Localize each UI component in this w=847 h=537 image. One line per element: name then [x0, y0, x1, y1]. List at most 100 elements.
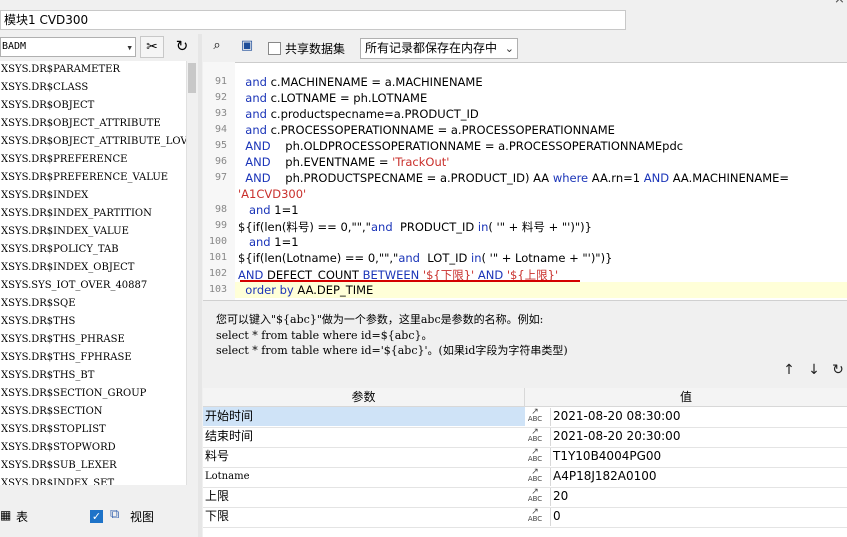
list-item[interactable]: XSYS.DR$SECTION: [0, 403, 186, 421]
code-line[interactable]: and 1=1: [238, 235, 299, 249]
param-row[interactable]: 结束时间 ↗ ABC 2021-08-20 20:30:00: [203, 427, 847, 448]
list-item[interactable]: XSYS.DR$INDEX_OBJECT: [0, 259, 186, 277]
code-token: ph.EVENTNAME =: [285, 155, 393, 169]
list-item[interactable]: XSYS.DR$OBJECT_ATTRIBUTE: [0, 115, 186, 133]
share-dataset-checkbox[interactable]: [268, 42, 281, 55]
param-name: Lotname: [205, 471, 250, 482]
type-icon[interactable]: ↗ ABC: [525, 448, 545, 465]
refresh-icon: ↻: [175, 37, 189, 55]
list-item[interactable]: XSYS.DR$INDEX_VALUE: [0, 223, 186, 241]
code-token: AND: [238, 155, 286, 169]
list-item[interactable]: XSYS.DR$CLASS: [0, 79, 186, 97]
list-item[interactable]: XSYS.DR$PARAMETER: [0, 61, 186, 79]
type-icon[interactable]: ↗ ABC: [525, 508, 545, 525]
list-item[interactable]: XSYS.DR$SUB_LEXER: [0, 457, 186, 475]
code-token: AA.MACHINENAME=: [672, 171, 790, 185]
param-value-input[interactable]: 2021-08-20 20:30:00: [550, 428, 847, 446]
code-line[interactable]: and 1=1: [238, 203, 299, 217]
move-up-button[interactable]: ↑: [780, 362, 798, 378]
memory-mode-select[interactable]: 所有记录都保存在内存中 ⌄: [360, 38, 518, 59]
code-line[interactable]: AND ph.OLDPROCESSOPERATIONNAME = a.PROCE…: [238, 139, 683, 153]
type-icon[interactable]: ↗ ABC: [525, 428, 545, 445]
code-token: in: [477, 220, 489, 234]
param-value-input[interactable]: A4P18J182A0100: [550, 468, 847, 486]
code-line[interactable]: and c.productspecname=a.PRODUCT_ID: [238, 107, 478, 121]
code-line[interactable]: 'A1CVD300': [238, 187, 306, 201]
red-underline-annotation: [240, 280, 580, 282]
close-icon[interactable]: ×: [834, 0, 845, 7]
line-number: 98: [214, 204, 227, 215]
panel-splitter[interactable]: [198, 34, 202, 537]
code-line[interactable]: order by AA.DEP_TIME: [238, 283, 373, 297]
code-token: order by: [238, 283, 298, 297]
list-item[interactable]: XSYS.DR$INDEX_SET: [0, 475, 186, 485]
param-row[interactable]: 下限 ↗ ABC 0: [203, 507, 847, 528]
code-line[interactable]: ${if(len(料号) == 0,"","and PRODUCT_ID in(…: [238, 219, 592, 235]
line-number: 99: [214, 220, 227, 231]
code-token: AND: [238, 171, 286, 185]
list-item[interactable]: XSYS.DR$THS_FPHRASE: [0, 349, 186, 367]
schema-select[interactable]: BADM ▾: [0, 37, 136, 57]
list-item[interactable]: XSYS.DR$OBJECT_ATTRIBUTE_LOV: [0, 133, 186, 151]
type-icon[interactable]: ↗ ABC: [525, 488, 545, 505]
left-footer: ▦ 表 ✓ ⧉ 视图: [0, 490, 200, 537]
list-item[interactable]: XSYS.DR$PREFERENCE_VALUE: [0, 169, 186, 187]
line-number: 102: [208, 268, 227, 279]
tools-button[interactable]: ✂: [140, 36, 164, 58]
param-row[interactable]: 上限 ↗ ABC 20: [203, 487, 847, 508]
param-value-input[interactable]: 20: [550, 488, 847, 506]
list-item[interactable]: XSYS.DR$SQE: [0, 295, 186, 313]
list-item[interactable]: XSYS.DR$INDEX: [0, 187, 186, 205]
wrench-icon: ✂: [146, 39, 158, 55]
code-line[interactable]: and c.PROCESSOPERATIONNAME = a.PROCESSOP…: [238, 123, 615, 137]
type-icon[interactable]: ↗ ABC: [525, 468, 545, 485]
param-row[interactable]: 料号 ↗ ABC T1Y10B4004PG00: [203, 447, 847, 468]
help-line-1: 您可以键入"${abc}"做为一个参数，这里abc是参数的名称。例如:: [216, 313, 544, 326]
list-item[interactable]: XSYS.DR$OBJECT: [0, 97, 186, 115]
param-row[interactable]: 开始时间 ↗ ABC 2021-08-20 08:30:00: [203, 407, 847, 428]
code-token: and: [370, 220, 400, 234]
code-token: ( '" + Lotname + "')")}: [481, 251, 613, 265]
list-item[interactable]: XSYS.DR$STOPWORD: [0, 439, 186, 457]
refresh-params-button[interactable]: ↻: [829, 362, 847, 378]
find-button[interactable]: ⌕: [208, 38, 226, 58]
list-item[interactable]: XSYS.DR$THS_BT: [0, 367, 186, 385]
list-item[interactable]: XSYS.DR$STOPLIST: [0, 421, 186, 439]
type-icon[interactable]: ↗ ABC: [525, 408, 545, 425]
code-token: LOT_ID: [427, 251, 472, 265]
list-item[interactable]: XSYS.DR$INDEX_PARTITION: [0, 205, 186, 223]
param-row[interactable]: Lotname ↗ ABC A4P18J182A0100: [203, 467, 847, 488]
list-item[interactable]: XSYS.DR$SECTION_GROUP: [0, 385, 186, 403]
chevron-down-icon: ▾: [126, 41, 133, 54]
line-number: 96: [214, 156, 227, 167]
table-label: 表: [16, 510, 29, 524]
arrow-down-icon: ↓: [808, 362, 820, 378]
save-button[interactable]: ▣: [238, 38, 256, 58]
list-item[interactable]: XSYS.SYS_IOT_OVER_40887: [0, 277, 186, 295]
code-line[interactable]: and c.LOTNAME = ph.LOTNAME: [238, 91, 427, 105]
param-value-input[interactable]: 0: [550, 508, 847, 526]
object-list-scrollbar[interactable]: [186, 61, 198, 485]
param-value-input[interactable]: T1Y10B4004PG00: [550, 448, 847, 466]
code-token: ph.PRODUCTSPECNAME = a.PRODUCT_ID) AA: [285, 171, 553, 185]
view-checkbox[interactable]: ✓: [90, 510, 103, 523]
code-line[interactable]: and c.MACHINENAME = a.MACHINENAME: [238, 75, 483, 89]
table-icon: ▦: [0, 508, 12, 522]
code-line[interactable]: AND ph.PRODUCTSPECNAME = a.PRODUCT_ID) A…: [238, 171, 789, 185]
code-line[interactable]: ${if(len(Lotname) == 0,"","and LOT_ID in…: [238, 251, 612, 265]
param-value-input[interactable]: 2021-08-20 08:30:00: [550, 408, 847, 426]
code-token: and: [238, 203, 275, 217]
list-item[interactable]: XSYS.DR$POLICY_TAB: [0, 241, 186, 259]
param-name: 结束时间: [205, 429, 254, 443]
move-down-button[interactable]: ↓: [805, 362, 823, 378]
code-token: c.MACHINENAME = a.MACHINENAME: [270, 75, 483, 89]
list-item[interactable]: XSYS.DR$THS: [0, 313, 186, 331]
code-token: and: [238, 91, 271, 105]
list-item[interactable]: XSYS.DR$THS_PHRASE: [0, 331, 186, 349]
code-line[interactable]: AND ph.EVENTNAME = 'TrackOut': [238, 155, 449, 169]
list-item[interactable]: XSYS.DR$PREFERENCE: [0, 151, 186, 169]
line-number: 93: [214, 108, 227, 119]
refresh-button[interactable]: ↻: [170, 36, 194, 58]
scrollbar-thumb[interactable]: [188, 63, 196, 93]
dataset-name-field[interactable]: 模块1 CVD300: [0, 10, 626, 30]
